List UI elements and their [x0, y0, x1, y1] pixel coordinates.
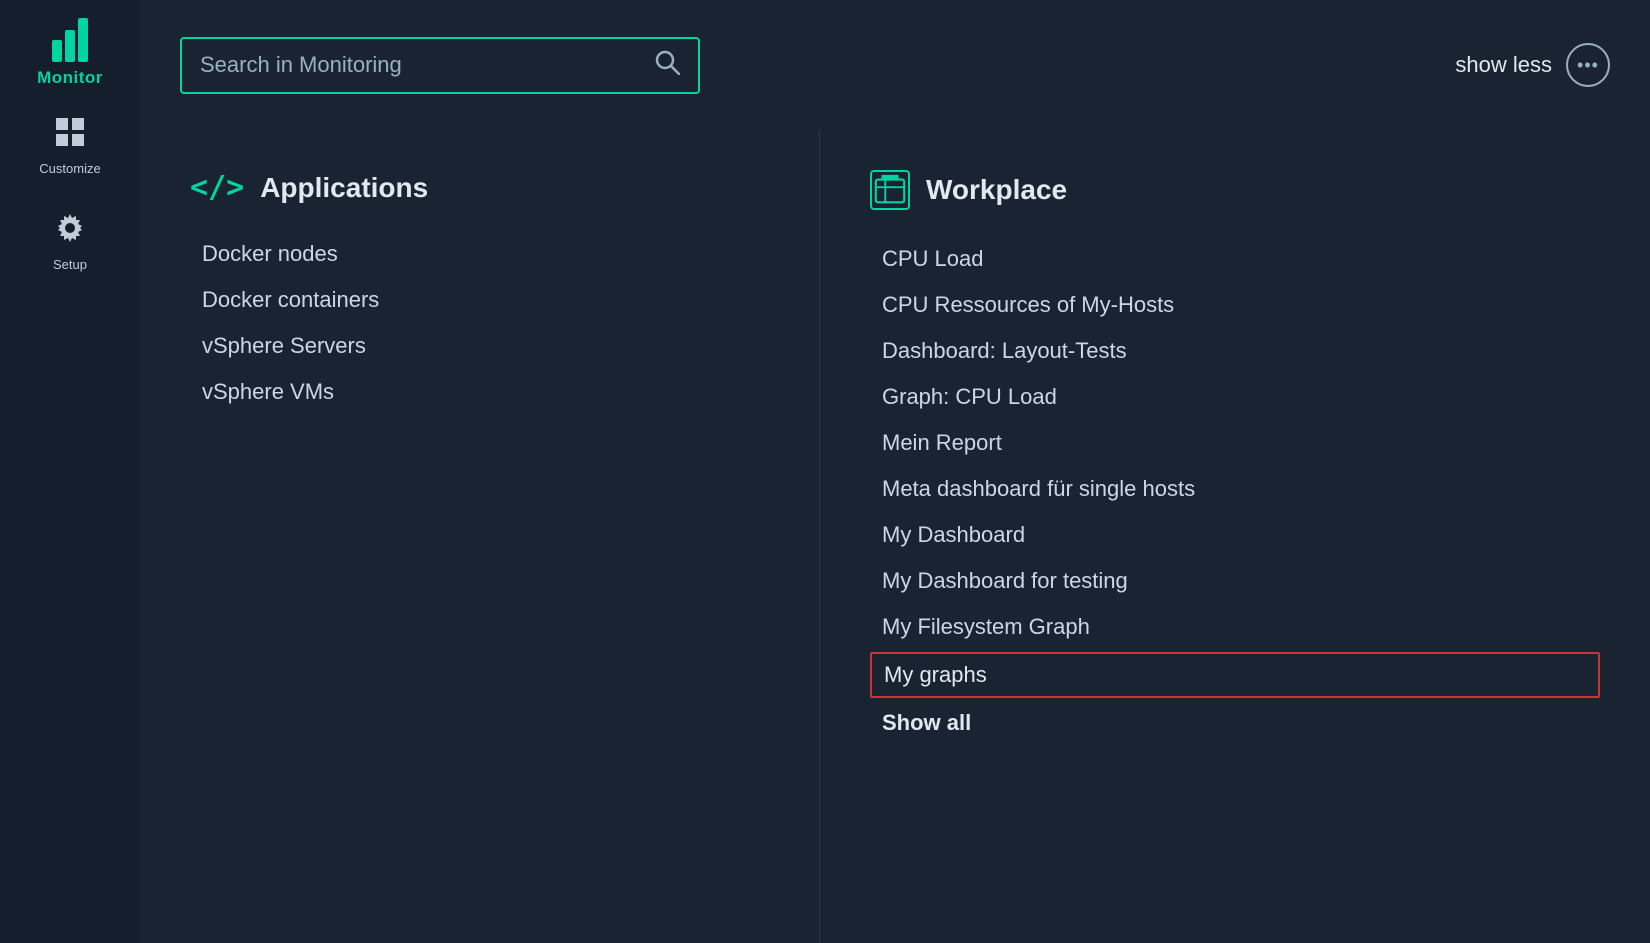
list-item[interactable]: Docker containers [190, 279, 769, 321]
workplace-column: Workplace CPU Load CPU Ressources of My-… [820, 130, 1650, 943]
workplace-header: Workplace [870, 170, 1600, 210]
applications-list: Docker nodes Docker containers vSphere S… [190, 233, 769, 413]
list-item[interactable]: Dashboard: Layout-Tests [870, 330, 1600, 372]
applications-title: Applications [260, 172, 428, 204]
list-item[interactable]: Graph: CPU Load [870, 376, 1600, 418]
logo-bar-3 [78, 18, 88, 62]
list-item[interactable]: CPU Load [870, 238, 1600, 280]
list-item[interactable]: My Dashboard [870, 514, 1600, 556]
sidebar-item-customize[interactable]: Customize [0, 98, 140, 194]
search-icon [654, 49, 680, 82]
workplace-list: CPU Load CPU Ressources of My-Hosts Dash… [870, 238, 1600, 744]
workplace-title: Workplace [926, 174, 1067, 206]
sidebar-logo: Monitor [0, 0, 140, 98]
list-item[interactable]: Mein Report [870, 422, 1600, 464]
customize-icon [54, 116, 86, 155]
applications-icon: </> [190, 170, 244, 205]
list-item[interactable]: My Dashboard for testing [870, 560, 1600, 602]
sidebar-item-setup[interactable]: Setup [0, 194, 140, 290]
workplace-icon [870, 170, 910, 210]
list-item[interactable]: Meta dashboard für single hosts [870, 468, 1600, 510]
search-box[interactable] [180, 37, 700, 94]
list-item[interactable]: vSphere Servers [190, 325, 769, 367]
sidebar: Monitor Customize Setup [0, 0, 140, 943]
show-less-label[interactable]: show less [1455, 52, 1552, 78]
applications-column: </> Applications Docker nodes Docker con… [140, 130, 820, 943]
topbar: show less ••• [140, 0, 1650, 130]
list-item[interactable]: vSphere VMs [190, 371, 769, 413]
setup-icon [54, 212, 86, 251]
logo-label: Monitor [37, 68, 103, 88]
main-content: </> Applications Docker nodes Docker con… [140, 130, 1650, 943]
list-item[interactable]: CPU Ressources of My-Hosts [870, 284, 1600, 326]
sidebar-item-customize-label: Customize [39, 161, 100, 176]
topbar-right: show less ••• [1455, 43, 1610, 87]
show-all-item[interactable]: Show all [870, 702, 1600, 744]
sidebar-item-setup-label: Setup [53, 257, 87, 272]
logo-bar-2 [65, 30, 75, 62]
more-options-button[interactable]: ••• [1566, 43, 1610, 87]
monitor-logo-icon [52, 18, 88, 62]
list-item[interactable]: My Filesystem Graph [870, 606, 1600, 648]
logo-bar-1 [52, 40, 62, 62]
list-item[interactable]: Docker nodes [190, 233, 769, 275]
dots-icon: ••• [1577, 55, 1599, 76]
search-input[interactable] [200, 52, 642, 78]
applications-header: </> Applications [190, 170, 769, 205]
my-graphs-item[interactable]: My graphs [870, 652, 1600, 698]
